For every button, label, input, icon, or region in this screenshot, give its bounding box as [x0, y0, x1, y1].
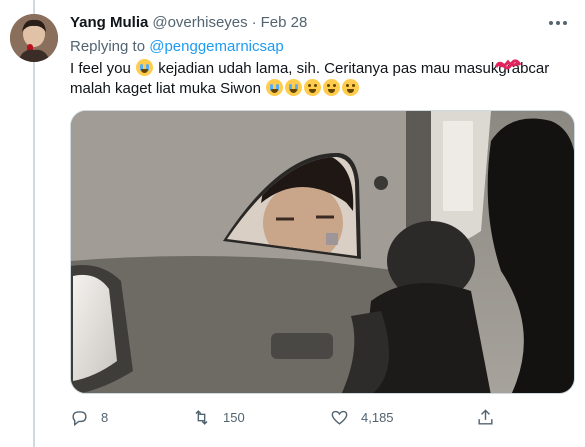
like-action[interactable]: 4,185 — [330, 404, 394, 430]
loudly-crying-face-emoji-icon — [285, 79, 303, 96]
tweet-text: I feel you kejadian udah lama, sih. Ceri… — [70, 59, 575, 99]
retweet-count: 150 — [223, 409, 245, 425]
tweet-header: Yang Mulia @overhiseyes · Feb 28 — [70, 13, 307, 33]
tears-of-joy-emoji-icon — [342, 79, 360, 96]
share-icon — [478, 408, 493, 425]
retweet-action[interactable]: 150 — [192, 404, 245, 430]
reply-count: 8 — [101, 409, 109, 425]
thread-line — [33, 0, 35, 447]
reply-icon — [72, 410, 87, 426]
scribbled-word: gra — [495, 59, 522, 79]
reply-action[interactable]: 8 — [70, 404, 108, 430]
tears-of-joy-emoji-icon — [323, 79, 341, 96]
tweet-text-part1: I feel you — [70, 60, 131, 77]
red-scribble-icon — [495, 59, 522, 70]
avatar-image — [10, 14, 58, 62]
more-options-icon[interactable] — [540, 12, 576, 34]
avatar[interactable] — [10, 14, 58, 62]
replying-to-label: Replying to — [70, 38, 146, 55]
like-count: 4,185 — [361, 409, 394, 425]
display-name[interactable]: Yang Mulia — [70, 13, 148, 33]
tweet-photo[interactable] — [70, 110, 575, 394]
tears-of-joy-emoji-icon — [304, 79, 322, 96]
reply-mention-link[interactable]: @penggemarnicsap — [149, 38, 283, 55]
heart-icon — [331, 410, 348, 425]
loudly-crying-face-emoji-icon — [266, 79, 284, 96]
tweet-text-part2: kejadian udah lama, sih. Ceritanya pas m… — [158, 60, 499, 77]
replying-to: Replying to @penggemarnicsap — [70, 37, 284, 57]
car-interior-photo — [71, 111, 574, 393]
tweet-actions: 8 150 4,185 — [70, 404, 530, 430]
tweet-date[interactable]: Feb 28 — [261, 13, 308, 33]
header-separator: · — [251, 14, 257, 31]
retweet-icon — [195, 409, 208, 425]
share-action[interactable] — [476, 404, 495, 430]
user-handle[interactable]: @overhiseyes — [152, 13, 247, 33]
crying-face-emoji-icon — [136, 59, 154, 76]
